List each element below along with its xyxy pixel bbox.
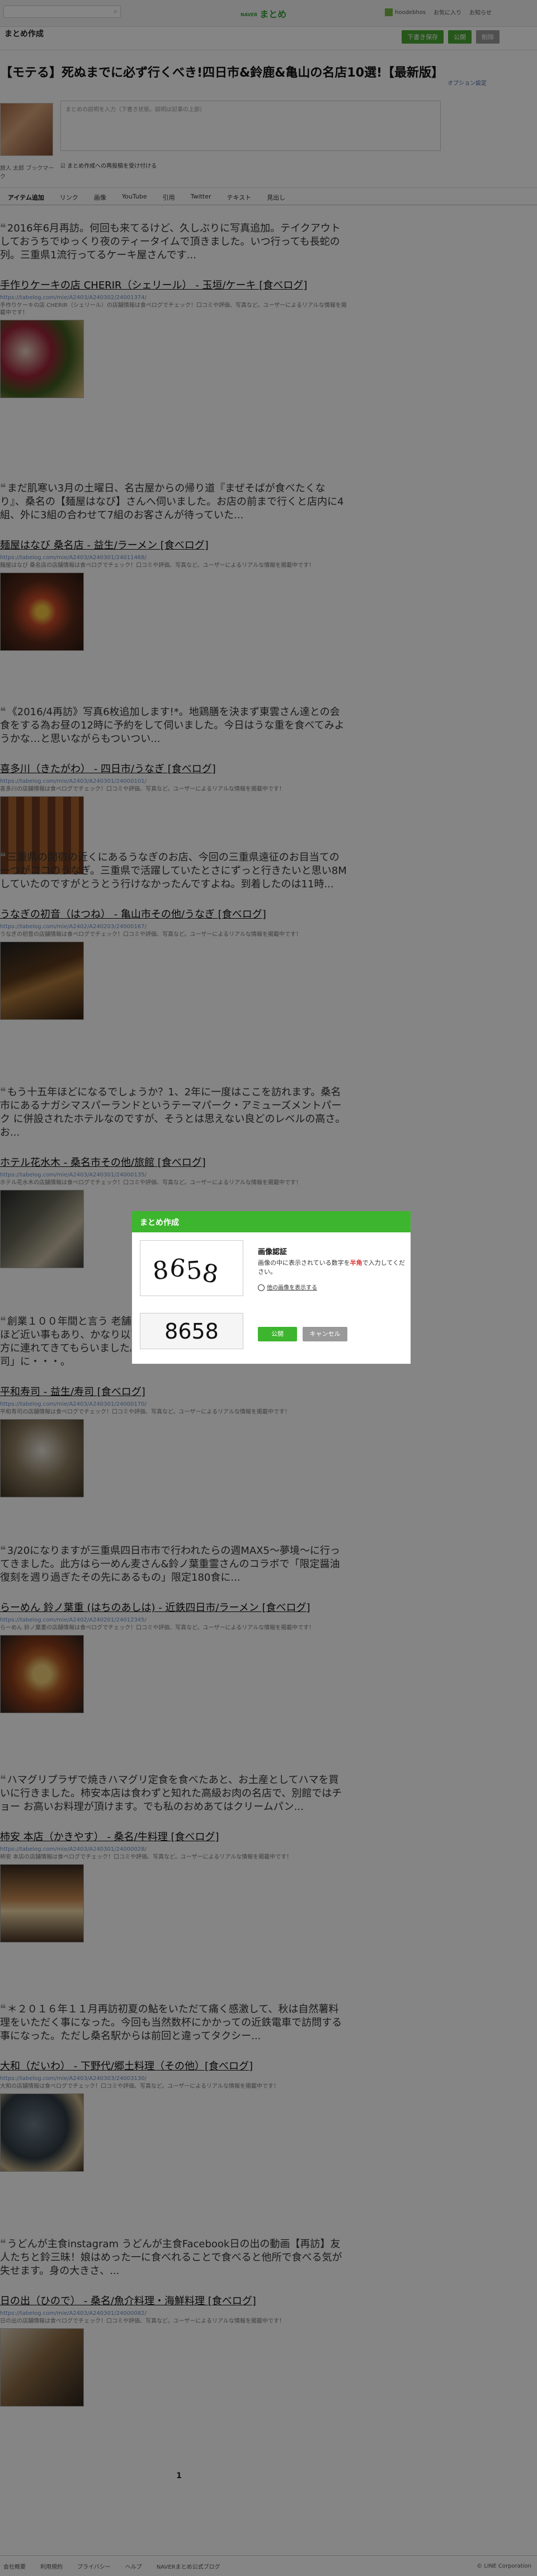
auth-title: 画像認証	[258, 1248, 288, 1256]
reload-icon[interactable]	[258, 1284, 265, 1291]
auth-description: 画像の中に表示されている数字を半角で入力してください。	[258, 1259, 409, 1277]
dialog-header: まとめ作成	[132, 1211, 411, 1232]
cancel-button[interactable]: キャンセル	[303, 1327, 347, 1341]
auth-desc-text: 画像の中に表示されている数字を	[258, 1259, 350, 1266]
captcha-digit: 8	[200, 1258, 222, 1290]
reload-label: 他の画像を表示する	[267, 1285, 317, 1291]
publish-confirm-button[interactable]: 公開	[258, 1327, 297, 1341]
reload-captcha-link[interactable]: 他の画像を表示する	[258, 1283, 317, 1291]
captcha-dialog: まとめ作成 8658 画像認証 画像の中に表示されている数字を半角で入力してくだ…	[131, 1211, 411, 1364]
auth-desc-highlight: 半角	[350, 1259, 362, 1266]
captcha-input[interactable]	[140, 1313, 243, 1349]
captcha-digits: 8658	[151, 1253, 222, 1289]
captcha-image: 8658	[140, 1240, 243, 1296]
